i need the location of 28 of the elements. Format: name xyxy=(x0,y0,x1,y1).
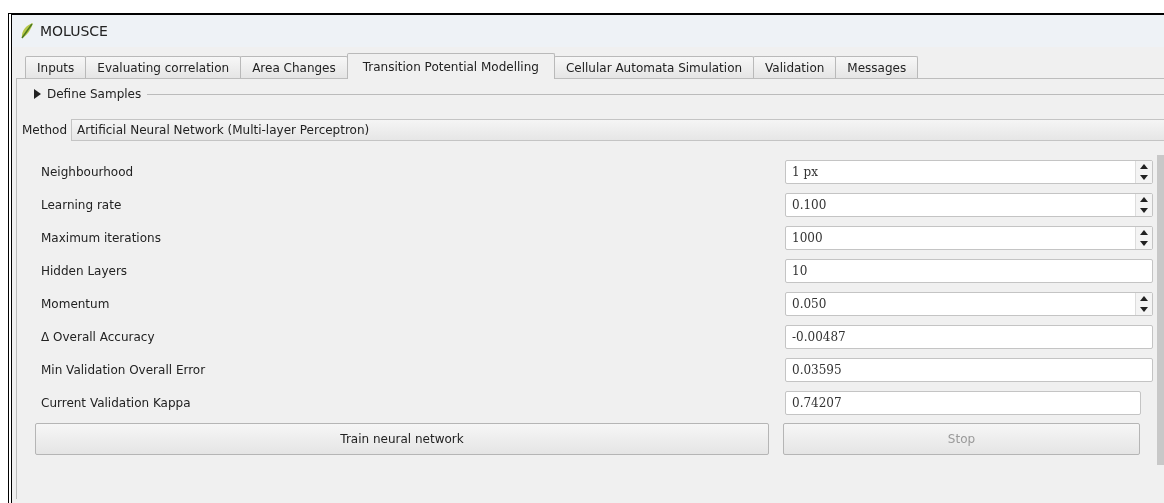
input-field[interactable]: 0.03595 xyxy=(785,357,1153,382)
parameter-label: Maximum iterations xyxy=(40,230,162,245)
spin-box[interactable]: 1 px xyxy=(785,159,1153,184)
parameter-label: Min Validation Overall Error xyxy=(40,362,207,377)
parameter-label: Momentum xyxy=(40,296,111,311)
tab[interactable]: Evaluating correlation xyxy=(85,56,242,79)
spin-box[interactable]: 1000 xyxy=(785,225,1153,250)
method-label: Method xyxy=(21,123,67,137)
leaf-logo-icon xyxy=(20,22,34,40)
scrollbar[interactable] xyxy=(1157,155,1164,465)
window-title: MOLUSCE xyxy=(40,23,108,39)
tab[interactable]: Messages xyxy=(835,56,919,79)
parameter-label: Learning rate xyxy=(40,197,123,212)
expand-arrow-icon[interactable] xyxy=(33,89,41,99)
input-field[interactable]: -0.00487 xyxy=(785,324,1153,349)
method-dropdown[interactable]: Artificial Neural Network (Multi-layer Perceptron) xyxy=(71,119,1164,141)
parameter-label: Current Validation Kappa xyxy=(40,395,192,410)
spin-box[interactable]: 0.050 xyxy=(785,291,1153,316)
input-field[interactable]: 10 xyxy=(785,258,1153,283)
section-header[interactable]: Define Samples xyxy=(47,87,142,101)
tab[interactable]: Transition Potential Modelling xyxy=(346,53,555,79)
parameter-label: Δ Overall Accuracy xyxy=(40,329,156,344)
tab[interactable]: Area Changes xyxy=(240,56,348,79)
push-button[interactable]: Train neural network xyxy=(35,423,769,455)
input-field[interactable]: 0.74207 xyxy=(785,390,1141,415)
parameter-label: Neighbourhood xyxy=(40,164,135,179)
parameter-label: Hidden Layers xyxy=(40,263,129,278)
spin-box[interactable]: 0.100 xyxy=(785,192,1153,217)
